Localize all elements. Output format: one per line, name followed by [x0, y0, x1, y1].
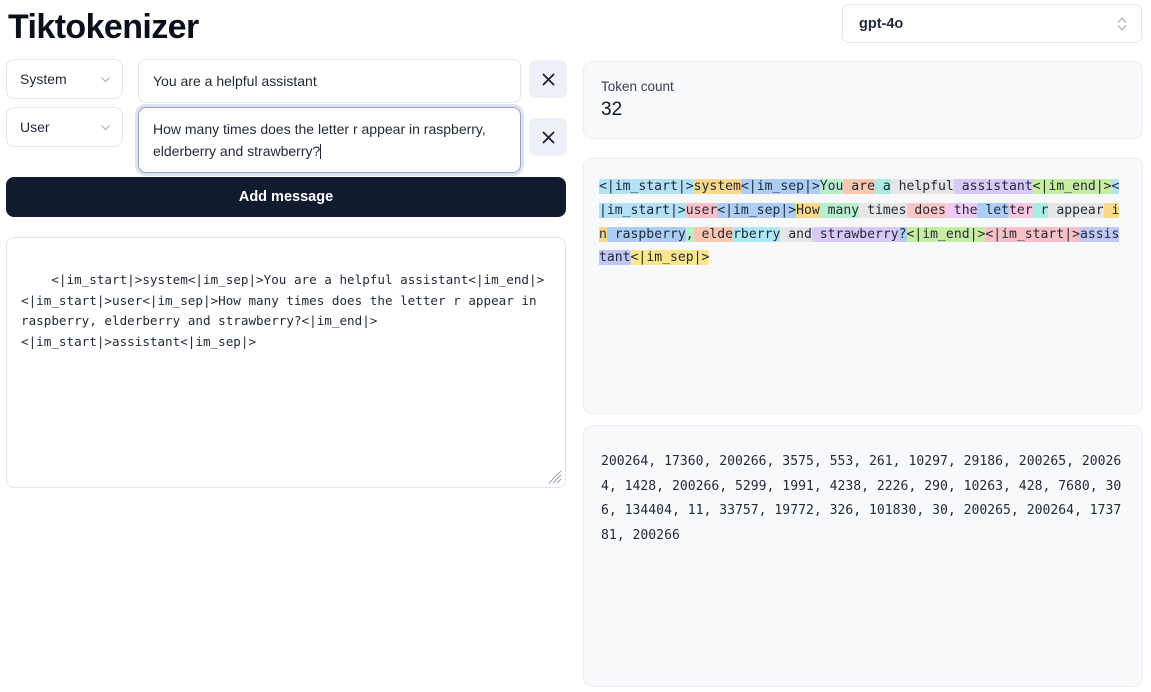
- token-chip: user: [685, 202, 718, 218]
- token-chip: does: [906, 202, 946, 218]
- prompt-textarea[interactable]: <|im_start|>system<|im_sep|>You are a he…: [6, 237, 566, 488]
- message-content-system-text: You are a helpful assistant: [153, 73, 317, 89]
- close-icon: [542, 131, 554, 143]
- token-chip: ,: [685, 226, 694, 242]
- token-ids-value: 200264, 17360, 200266, 3575, 553, 261, 1…: [601, 454, 1122, 543]
- token-chip: <|im_start|>: [599, 179, 694, 194]
- token-count-label: Token count: [601, 79, 674, 94]
- token-chip: <|im_sep|>: [717, 202, 797, 218]
- up-down-chevron-icon: [1115, 15, 1129, 33]
- token-chip: the: [945, 202, 978, 218]
- remove-message-user-button[interactable]: [529, 118, 567, 156]
- token-chip: raspberry: [606, 226, 686, 242]
- token-count-value: 32: [601, 99, 623, 120]
- token-chip: <|im_sep|>: [630, 250, 710, 266]
- token-chip: ter: [1009, 202, 1033, 218]
- message-row-user: User How many times does the letter r ap…: [6, 107, 567, 173]
- tokenized-text-panel: <|im_start|>system<|im_sep|>You are a he…: [583, 158, 1143, 414]
- resize-grip-icon: [548, 470, 562, 484]
- role-select-system-value: System: [20, 71, 67, 87]
- text-cursor: [320, 144, 322, 159]
- chevron-down-icon: [99, 73, 112, 86]
- token-chip: many: [819, 202, 860, 218]
- token-chip: assistant: [953, 179, 1033, 194]
- add-message-button-label: Add message: [238, 189, 334, 205]
- model-selector[interactable]: gpt-4o: [842, 4, 1142, 43]
- token-chip: <|im_end|>: [906, 226, 986, 242]
- token-chip: You: [819, 179, 844, 194]
- prompt-textarea-value: <|im_start|>system<|im_sep|>You are a he…: [21, 272, 545, 349]
- token-chip: system: [693, 179, 741, 194]
- message-content-user[interactable]: How many times does the letter r appear …: [138, 107, 521, 173]
- role-select-user[interactable]: User: [6, 107, 123, 147]
- message-content-system[interactable]: You are a helpful assistant: [138, 59, 521, 103]
- token-chip: a: [874, 179, 891, 194]
- token-chip: let: [977, 202, 1010, 218]
- token-count-panel: Token count 32: [583, 61, 1143, 139]
- token-chip: rberry: [733, 226, 781, 242]
- token-chip: and: [780, 226, 812, 242]
- message-row-system: System You are a helpful assistant: [6, 59, 567, 103]
- tiktokenizer-app: Tiktokenizer gpt-4o System You are a hel…: [0, 0, 1151, 692]
- token-chip: are: [843, 179, 875, 194]
- token-chip: appear: [1048, 202, 1104, 218]
- close-icon: [542, 73, 554, 85]
- token-chip: r: [1032, 202, 1049, 218]
- token-chip: helpful: [890, 179, 954, 194]
- token-chip: How: [796, 202, 820, 218]
- token-chip: elde: [693, 226, 734, 242]
- token-chip: times: [859, 202, 907, 218]
- model-selector-value: gpt-4o: [859, 15, 904, 32]
- token-chip: ?: [898, 226, 907, 242]
- role-select-user-value: User: [20, 119, 50, 135]
- remove-message-system-button[interactable]: [529, 60, 567, 98]
- token-chip: <|im_end|>: [1032, 179, 1112, 194]
- token-chip: <|im_sep|>: [740, 179, 820, 194]
- token-chip: <|im_start|>: [985, 226, 1080, 242]
- chevron-down-icon: [99, 121, 112, 134]
- token-ids-panel: 200264, 17360, 200266, 3575, 553, 261, 1…: [583, 425, 1143, 687]
- token-chip: strawberry: [811, 226, 899, 242]
- tokenized-text-body: <|im_start|>system<|im_sep|>You are a he…: [584, 159, 1142, 282]
- page-title: Tiktokenizer: [8, 8, 199, 46]
- role-select-system[interactable]: System: [6, 59, 123, 99]
- add-message-button[interactable]: Add message: [6, 177, 566, 217]
